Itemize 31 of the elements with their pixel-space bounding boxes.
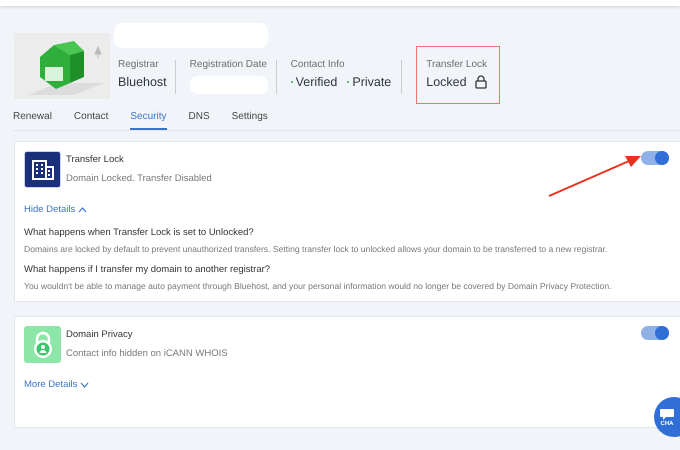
tab[interactable]: Contact [74,105,108,130]
tab[interactable]: Security [130,105,167,130]
stat-label: Registration Date [190,59,268,70]
tab[interactable]: Settings [232,105,268,130]
tab[interactable]: DNS [188,105,210,130]
faq-answer: You wouldn't be able to manage auto payment through Bluehost, and your personal information would no longer be covered by Domain Privacy Protection. [24,281,612,291]
padlock-icon [24,326,61,363]
faq-question: What happens when Transfer Lock is set to Unlocked? [24,227,255,238]
stat-value: Verified [290,75,338,89]
toggle-switch[interactable] [641,326,669,340]
stat-value: Locked [426,75,467,89]
caret-icon [78,206,88,212]
card-title: Domain Privacy [66,329,134,340]
stat-label: Registrar [118,59,160,70]
faq-answer: Domains are locked by default to prevent unauthorized transfers. Setting transfer lock to unlocked allows your domain to be transferred to a new registrar. [24,244,608,254]
toggle-switch[interactable] [641,151,669,165]
faq-question: What happens if I transfer my domain to another registrar? [24,264,272,275]
stat-label: Transfer Lock [426,59,488,70]
building-icon [24,151,61,188]
speech-bubble-icon [659,408,675,420]
card-title: Transfer Lock [66,154,125,165]
card-subtitle: Contact info hidden on iCANN WHOIS [66,348,229,359]
tab[interactable]: Renewal [13,105,52,130]
stat-label: Contact Info [290,59,346,70]
stat-value: Private [347,75,392,89]
details-link[interactable]: Hide Details [24,204,88,215]
padlock-icon [474,75,487,89]
caret-icon [80,382,90,388]
stat-value: Bluehost [118,75,167,89]
card-subtitle: Domain Locked. Transfer Disabled [66,173,213,184]
details-link[interactable]: More Details [24,379,90,390]
